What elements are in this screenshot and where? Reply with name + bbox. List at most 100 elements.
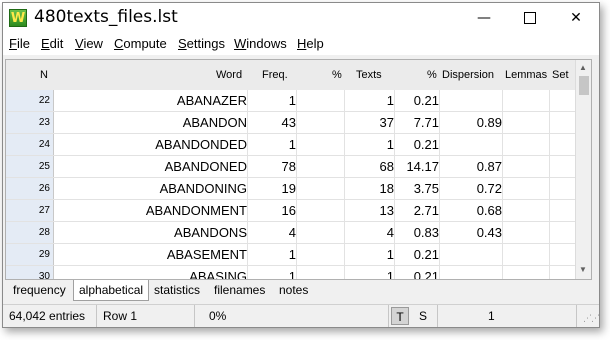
menu-compute[interactable]: Compute [114,36,167,51]
tab-statistics[interactable]: statistics [149,280,205,300]
cell-dispersion[interactable]: 0.68 [477,200,502,221]
scrollbar-thumb[interactable] [579,76,589,95]
tab-notes[interactable]: notes [274,280,313,300]
header-texts[interactable]: Texts [356,69,382,81]
status-t-button[interactable]: T [391,307,409,325]
cell-texts-percent[interactable]: 3.75 [414,178,439,199]
cell-freq[interactable]: 1 [289,244,296,265]
cell-texts[interactable]: 13 [380,200,394,221]
title-bar[interactable]: W 480texts_files.lst — ✕ [3,3,599,33]
cell-texts-percent[interactable]: 14.17 [406,156,439,177]
cell-word[interactable]: ABANDONING [160,178,247,199]
cell-freq[interactable]: 4 [289,222,296,243]
cell-dispersion[interactable]: 0.72 [477,178,502,199]
resize-grip-icon[interactable]: ⋰⋰ [583,313,599,324]
cell-freq[interactable]: 1 [289,266,296,279]
status-progress: 0% [195,305,389,327]
cell-texts[interactable]: 4 [387,222,394,243]
cell-word[interactable]: ABANDONDED [155,134,247,155]
row-number[interactable]: 25 [6,156,54,177]
column-header-row: N Word Freq. % Texts % Dispersion Lemmas… [6,60,575,90]
vertical-scrollbar[interactable]: ▲ ▼ [575,60,591,279]
row-number[interactable]: 28 [6,222,54,243]
menu-windows[interactable]: Windows [234,36,287,51]
cell-word[interactable]: ABANAZER [177,90,247,111]
header-word[interactable]: Word [216,69,242,81]
menu-settings[interactable]: Settings [178,36,225,51]
scroll-down-icon[interactable]: ▼ [579,265,587,274]
cell-freq[interactable]: 1 [289,90,296,111]
maximize-button[interactable] [507,3,553,33]
cell-word[interactable]: ABANDONED [165,156,247,177]
cell-texts-percent[interactable]: 0.21 [414,90,439,111]
cell-freq[interactable]: 43 [282,112,296,133]
cell-freq[interactable]: 16 [282,200,296,221]
cell-texts-percent[interactable]: 0.21 [414,134,439,155]
cell-texts-percent[interactable]: 0.21 [414,266,439,279]
tab-filenames[interactable]: filenames [209,280,270,300]
row-number[interactable]: 27 [6,200,54,221]
header-lemmas[interactable]: Lemmas [505,69,547,81]
cell-freq[interactable]: 78 [282,156,296,177]
cell-word[interactable]: ABANDONMENT [146,200,247,221]
cell-texts[interactable]: 1 [387,134,394,155]
scroll-up-icon[interactable]: ▲ [579,63,587,72]
menu-edit[interactable]: Edit [41,36,63,51]
close-button[interactable]: ✕ [553,3,599,33]
table-row[interactable]: 23 ABANDON 43 37 7.71 0.89 [6,112,575,134]
header-n[interactable]: N [40,69,48,81]
cell-freq[interactable]: 19 [282,178,296,199]
status-bar: 64,042 entries Row 1 0% T S 1 ⋰⋰ [3,304,599,327]
cell-freq[interactable]: 1 [289,134,296,155]
menu-view[interactable]: View [75,36,103,51]
maximize-icon [524,12,536,24]
tab-frequency[interactable]: frequency [8,280,71,300]
wordsmith-app-icon[interactable]: W [9,9,27,27]
table-row[interactable]: 24 ABANDONDED 1 1 0.21 [6,134,575,156]
tab-alphabetical[interactable]: alphabetical [73,280,150,301]
row-number[interactable]: 22 [6,90,54,111]
cell-texts[interactable]: 1 [387,266,394,279]
window-title: 480texts_files.lst [34,7,178,27]
cell-word[interactable]: ABANDONS [174,222,247,243]
status-entries: 64,042 entries [3,305,97,327]
cell-dispersion[interactable]: 0.89 [477,112,502,133]
menu-bar: File Edit View Compute Settings Windows … [3,33,599,55]
cell-texts[interactable]: 37 [380,112,394,133]
header-freq-percent[interactable]: % [332,69,342,81]
row-number[interactable]: 29 [6,244,54,265]
table-row[interactable]: 29 ABASEMENT 1 1 0.21 [6,244,575,266]
cell-texts[interactable]: 18 [380,178,394,199]
cell-texts[interactable]: 1 [387,90,394,111]
cell-texts[interactable]: 1 [387,244,394,265]
minimize-button[interactable]: — [461,3,507,33]
table-row[interactable]: 28 ABANDONS 4 4 0.83 0.43 [6,222,575,244]
word-list-grid[interactable]: N Word Freq. % Texts % Dispersion Lemmas… [5,59,592,280]
table-row[interactable]: 26 ABANDONING 19 18 3.75 0.72 [6,178,575,200]
table-row[interactable]: 22 ABANAZER 1 1 0.21 [6,90,575,112]
header-texts-percent[interactable]: % [427,69,437,81]
table-row[interactable]: 25 ABANDONED 78 68 14.17 0.87 [6,156,575,178]
menu-help[interactable]: Help [297,36,324,51]
header-set[interactable]: Set [552,69,569,81]
table-row[interactable]: 27 ABANDONMENT 16 13 2.71 0.68 [6,200,575,222]
cell-word[interactable]: ABASEMENT [167,244,247,265]
cell-dispersion[interactable]: 0.87 [477,156,502,177]
header-dispersion[interactable]: Dispersion [442,69,494,81]
table-row[interactable]: 30 ABASING 1 1 0.21 [6,266,575,279]
row-number[interactable]: 23 [6,112,54,133]
cell-texts-percent[interactable]: 0.83 [414,222,439,243]
status-s-button[interactable]: S [414,307,432,325]
cell-texts-percent[interactable]: 0.21 [414,244,439,265]
cell-texts[interactable]: 68 [380,156,394,177]
cell-word[interactable]: ABASING [189,266,247,279]
cell-texts-percent[interactable]: 2.71 [414,200,439,221]
row-number[interactable]: 26 [6,178,54,199]
cell-word[interactable]: ABANDON [183,112,247,133]
cell-texts-percent[interactable]: 7.71 [414,112,439,133]
menu-file[interactable]: File [9,36,30,51]
header-freq[interactable]: Freq. [262,69,288,81]
row-number[interactable]: 24 [6,134,54,155]
cell-dispersion[interactable]: 0.43 [477,222,502,243]
row-number[interactable]: 30 [6,266,54,279]
